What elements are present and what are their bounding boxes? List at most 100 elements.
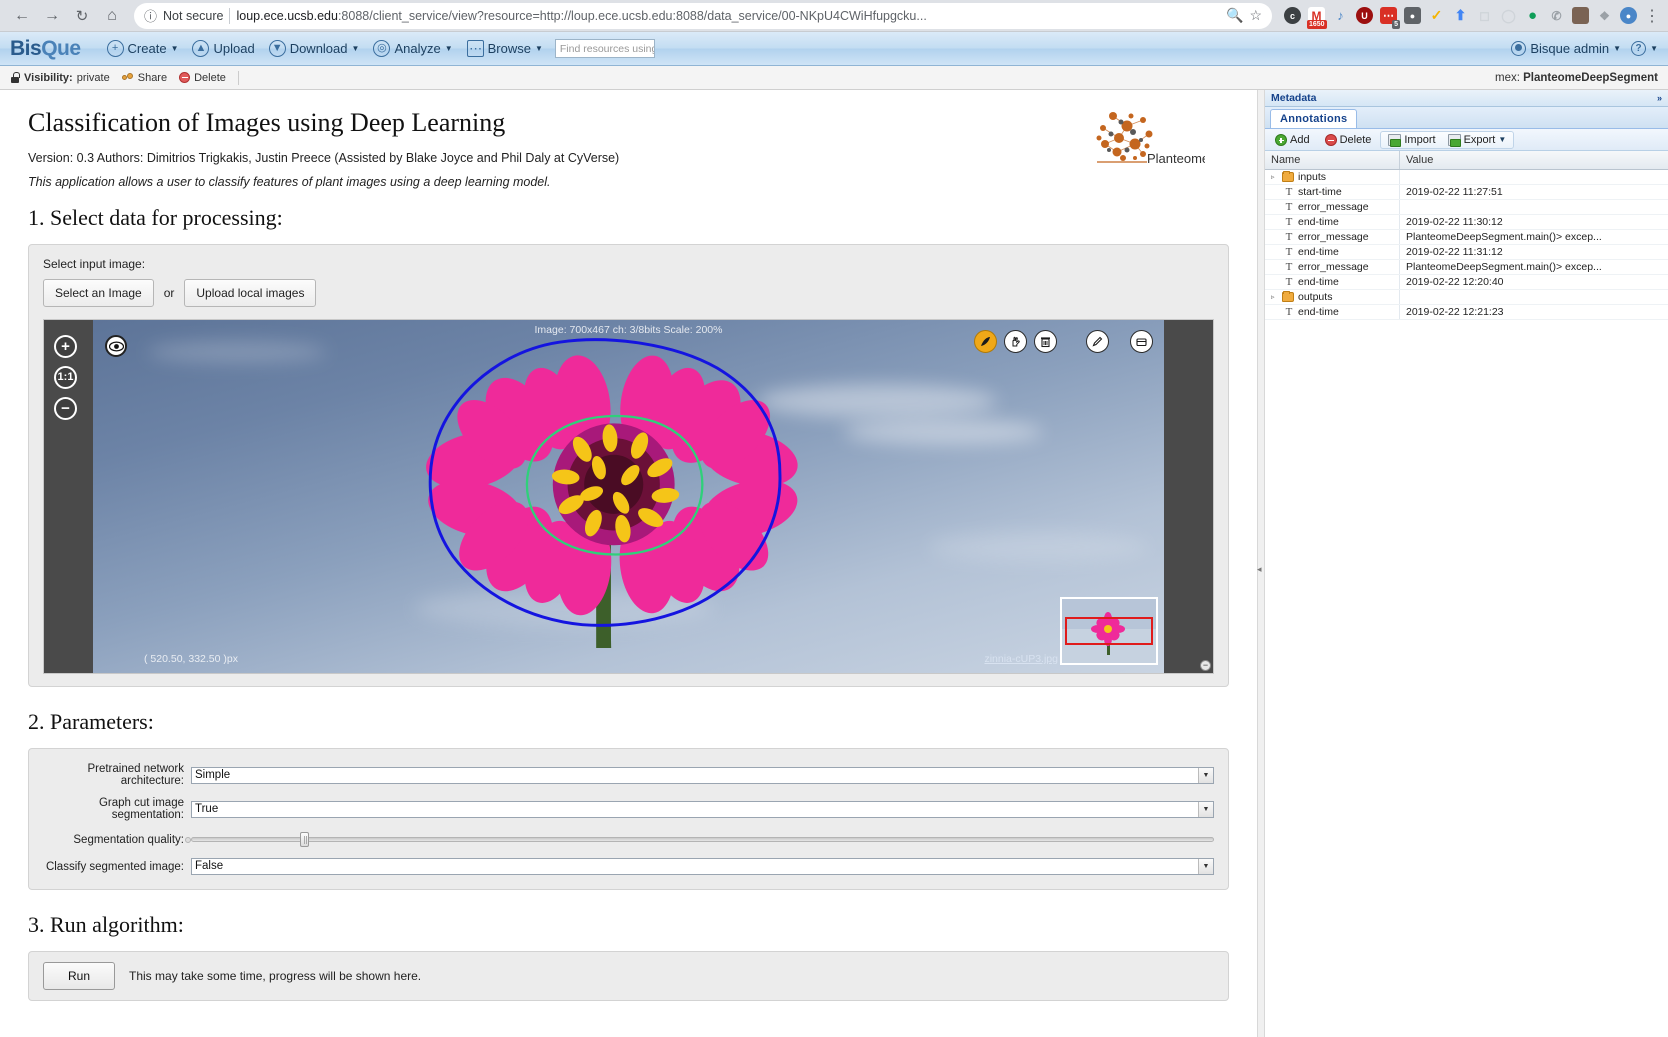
move-hand-tool-icon[interactable] — [1004, 330, 1027, 353]
search-input[interactable]: Find resources using tags — [554, 39, 655, 58]
circle-extension-icon[interactable]: ◯ — [1500, 7, 1517, 24]
profile-photo-icon[interactable] — [1572, 7, 1589, 24]
run-button[interactable]: Run — [43, 962, 116, 990]
table-row[interactable]: Terror_message PlanteomeDeepSegment.main(… — [1265, 230, 1668, 245]
expand-triangle-icon[interactable]: ▹ — [1271, 173, 1278, 181]
import-button[interactable]: Import — [1382, 132, 1441, 148]
polygon-tool-icon[interactable] — [974, 330, 997, 353]
chevron-down-icon[interactable]: ▼ — [1198, 767, 1213, 783]
resource-toolbar: Visibility: private Share Delete mex: Pl… — [0, 66, 1668, 90]
whatsapp-extension-icon[interactable]: ✆ — [1548, 7, 1565, 24]
delete-button[interactable]: Delete — [179, 72, 226, 84]
ublock-extension-icon[interactable]: U — [1356, 7, 1373, 24]
delete-label: Delete — [1339, 133, 1372, 146]
kebab-menu-icon[interactable]: ⋮ — [1644, 2, 1660, 30]
panel-splitter[interactable] — [1257, 90, 1265, 1037]
table-row[interactable]: Tend-time 2019-02-22 12:21:23 — [1265, 305, 1668, 320]
row-name-cell: Tend-time — [1265, 215, 1400, 229]
app-logo[interactable]: BisQue — [10, 37, 81, 61]
delete-annotation-button[interactable]: Delete — [1319, 132, 1378, 148]
chevron-down-icon[interactable]: ▼ — [1198, 859, 1213, 874]
table-row[interactable]: Tend-time 2019-02-22 12:20:40 — [1265, 275, 1668, 290]
table-row[interactable]: Tend-time 2019-02-22 11:30:12 — [1265, 215, 1668, 230]
image-viewer[interactable]: + 1:1 − Image: 700x467 ch: 3/8bits Scale… — [43, 319, 1214, 674]
menu-analyze[interactable]: ◎ Analyze ▼ — [373, 40, 453, 57]
volume-extension-icon[interactable]: ♪ — [1332, 7, 1349, 24]
menu-upload[interactable]: ▲ Upload — [192, 40, 255, 57]
user-menu[interactable]: Bisque admin ▼ — [1511, 41, 1621, 56]
address-bar[interactable]: ⓘ Not secure loup.ece.ucsb.edu:8088/clie… — [134, 2, 1272, 29]
upload-local-images-button[interactable]: Upload local images — [184, 279, 317, 307]
star-icon[interactable]: ☆ — [1249, 7, 1262, 24]
or-text: or — [163, 286, 175, 300]
text-type-icon: T — [1285, 201, 1293, 213]
checkmark-extension-icon[interactable]: ✓ — [1428, 7, 1445, 24]
collapse-right-icon[interactable]: » — [1657, 93, 1662, 103]
export-button[interactable]: Export ▼ — [1442, 132, 1513, 148]
row-name-label: end-time — [1298, 306, 1339, 318]
svg-text:Planteome: Planteome — [1147, 151, 1205, 166]
image-canvas[interactable] — [93, 320, 1164, 673]
column-header-value[interactable]: Value — [1400, 151, 1668, 169]
main-menu: + Create ▼ ▲ Upload ▼ Download ▼ ◎ Analy… — [106, 40, 543, 57]
param-label-architecture: Pretrained network architecture: — [87, 763, 184, 787]
share-button[interactable]: Share — [121, 72, 167, 84]
param-label-graphcut: Graph cut image segmentation: — [98, 797, 184, 821]
back-icon[interactable]: ← — [8, 2, 36, 30]
green-pin-extension-icon[interactable]: ● — [1524, 7, 1541, 24]
slider-handle[interactable] — [300, 832, 310, 847]
mex-value: PlanteomeDeepSegment — [1523, 71, 1658, 84]
thumbnail-viewport-rect[interactable] — [1065, 617, 1153, 645]
zoom-reset-icon[interactable]: 1:1 — [54, 366, 77, 389]
thumbnail-minimize-button[interactable]: − — [1200, 660, 1211, 671]
folder-icon — [1282, 291, 1294, 302]
table-row[interactable]: Tend-time 2019-02-22 11:31:12 — [1265, 245, 1668, 260]
zoom-in-icon[interactable]: + — [54, 335, 77, 358]
edit-pencil-tool-icon[interactable] — [1086, 330, 1109, 353]
chat-extension-icon[interactable]: ◻ — [1476, 7, 1493, 24]
notes-extension-icon[interactable]: ⋯ 5 — [1380, 7, 1400, 29]
layers-tool-icon[interactable] — [1130, 330, 1153, 353]
arrow-up-extension-icon[interactable]: ⬆ — [1452, 7, 1469, 24]
graph-cut-segmentation-select[interactable]: True — [191, 800, 1214, 818]
puzzle-extension-icon[interactable]: ❖ — [1596, 7, 1613, 24]
table-row[interactable]: Terror_message PlanteomeDeepSegment.main(… — [1265, 260, 1668, 275]
select-an-image-button[interactable]: Select an Image — [43, 279, 154, 307]
expand-triangle-icon[interactable]: ▹ — [1271, 293, 1278, 301]
cc-extension-icon[interactable]: c — [1284, 7, 1301, 24]
home-icon[interactable]: ⌂ — [98, 2, 126, 30]
table-row[interactable]: Tstart-time 2019-02-22 11:27:51 — [1265, 185, 1668, 200]
gmail-extension-icon[interactable]: M 1650 — [1307, 7, 1327, 29]
column-header-name[interactable]: Name — [1265, 151, 1400, 169]
add-annotation-button[interactable]: Add — [1269, 132, 1316, 148]
menu-create[interactable]: + Create ▼ — [106, 40, 179, 57]
table-row[interactable]: Terror_message — [1265, 200, 1668, 215]
menu-browse[interactable]: ⋯ Browse ▼ — [466, 40, 543, 57]
classify-segmented-image-select[interactable]: False — [191, 858, 1214, 875]
reload-icon[interactable]: ↻ — [68, 2, 96, 30]
chevron-down-icon[interactable]: ▼ — [1198, 801, 1213, 817]
lightbulb-extension-icon[interactable]: ● — [1404, 7, 1421, 24]
page-title: Classification of Images using Deep Lear… — [28, 108, 506, 137]
menu-download[interactable]: ▼ Download ▼ — [268, 40, 359, 57]
row-value-cell: 2019-02-22 11:31:12 — [1406, 246, 1503, 258]
image-filename-link[interactable]: zinnia-cUP3.jpg — [984, 653, 1058, 665]
tab-annotations[interactable]: Annotations — [1270, 109, 1358, 128]
search-icon[interactable]: 🔍 — [1226, 7, 1243, 24]
table-row[interactable]: ▹ inputs — [1265, 170, 1668, 185]
chevron-down-icon: ▼ — [444, 44, 453, 53]
user-avatar-icon[interactable]: ● — [1620, 7, 1637, 24]
table-row[interactable]: ▹ outputs — [1265, 290, 1668, 305]
chevron-down-icon: ▼ — [170, 44, 179, 53]
menu-analyze-label: Analyze — [394, 41, 441, 56]
help-menu[interactable]: ? ▼ — [1631, 41, 1658, 56]
extensions-strip: c M 1650 ♪ U ⋯ 5 ● ✓ ⬆ ◻ ◯ ● ✆ ❖ ● ⋮ — [1280, 2, 1660, 30]
metadata-title: Metadata — [1271, 92, 1317, 104]
trash-tool-icon[interactable] — [1034, 330, 1057, 353]
pretrained-architecture-select[interactable]: Simple — [191, 766, 1214, 784]
segmentation-quality-slider[interactable] — [185, 831, 1214, 848]
zoom-out-icon[interactable]: − — [54, 397, 77, 420]
thumbnail-navigator[interactable] — [1060, 597, 1158, 665]
forward-icon[interactable]: → — [38, 2, 66, 30]
slider-track[interactable] — [191, 837, 1214, 842]
